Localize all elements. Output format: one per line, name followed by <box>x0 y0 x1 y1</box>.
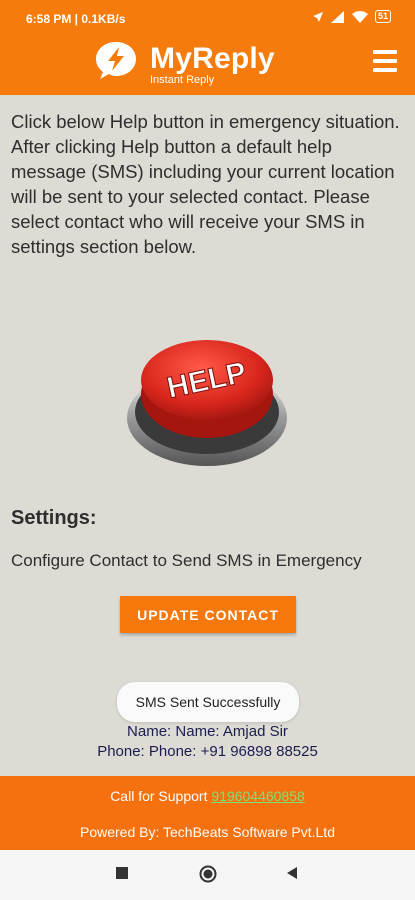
location-icon <box>312 11 323 22</box>
status-time: 6:58 PM | 0.1KB/s <box>26 12 126 26</box>
help-button[interactable]: HELP <box>124 332 290 472</box>
system-nav-bar <box>0 850 415 900</box>
support-line: Call for Support 919604460858 <box>0 788 415 804</box>
menu-line <box>373 50 397 54</box>
status-icons: 51 <box>312 10 391 23</box>
wifi-icon <box>351 10 368 23</box>
support-phone-link[interactable]: 919604460858 <box>211 788 304 804</box>
menu-line <box>373 68 397 72</box>
battery-icon: 51 <box>374 10 391 23</box>
settings-title: Settings: <box>11 507 97 529</box>
support-label: Call for Support <box>110 788 208 804</box>
triangle-back-icon[interactable] <box>285 866 299 880</box>
footer: Call for Support 919604460858 Powered By… <box>0 776 415 850</box>
app-title: MyReply <box>150 42 275 75</box>
contact-name: Name: Name: Amjad Sir <box>127 723 288 740</box>
app-header: MyReply Instant Reply <box>0 38 415 95</box>
app-subtitle: Instant Reply <box>150 74 215 86</box>
status-bar: 6:58 PM | 0.1KB/s 51 <box>0 0 415 38</box>
powered-by-text: Powered By: TechBeats Software Pvt.Ltd <box>80 824 335 840</box>
settings-description: Configure Contact to Send SMS in Emergen… <box>11 551 362 570</box>
update-contact-button[interactable]: UPDATE CONTACT <box>120 596 296 633</box>
menu-line <box>373 59 397 63</box>
square-nav-icon[interactable] <box>115 866 129 880</box>
signal-icon <box>330 10 344 23</box>
main-content: Click below Help button in emergency sit… <box>0 95 415 776</box>
lightning-bubble-logo-icon <box>96 42 136 79</box>
hamburger-menu-icon[interactable] <box>373 50 397 72</box>
instructions-text: Click below Help button in emergency sit… <box>11 111 400 257</box>
sms-sent-toast: SMS Sent Successfully <box>117 682 299 722</box>
circle-nav-icon[interactable] <box>199 865 217 883</box>
contact-phone: Phone: Phone: +91 96898 88525 <box>97 743 318 760</box>
